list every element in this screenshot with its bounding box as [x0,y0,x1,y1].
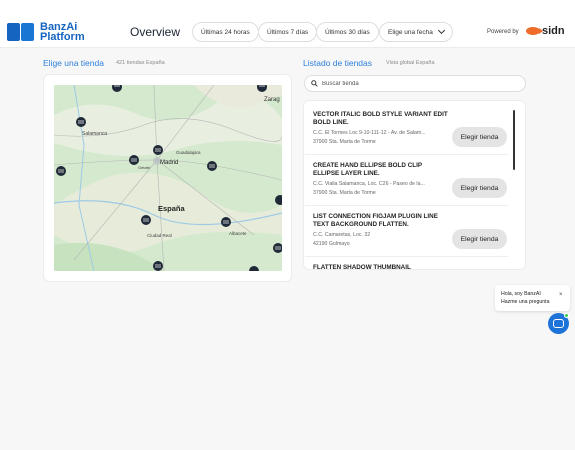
map-canvas[interactable]: Salamanca Guadalajara Madrid Getafe Zara… [54,85,282,271]
banzai-logo[interactable]: BanzAi Platform [7,22,85,43]
svg-text:España: España [158,204,186,213]
map-section-subtitle: 421 tiendas España [116,60,165,66]
svg-text:Getafe: Getafe [138,165,151,170]
store-marker[interactable] [153,261,163,271]
filter-24h-label: Últimas 24 horas [201,28,250,36]
choose-store-button[interactable]: Elegir tienda [452,127,507,147]
filter-7d-label: Últimos 7 días [267,28,309,36]
chatbot-launcher-button[interactable] [548,313,569,334]
store-map[interactable]: Salamanca Guadalajara Madrid Getafe Zara… [54,85,282,271]
store-address: C.C. Camaretas, Loc. 32 [313,232,371,238]
store-address: C.C. El Tormes Loc 9-10-111-12 - Av. de … [313,130,426,136]
store-search-box[interactable] [304,75,526,92]
page-title: Overview [130,25,181,39]
sidn-logo: sidn [526,25,565,37]
map-label-getafe: Getafe [138,165,151,170]
filter-30d-button[interactable]: Últimos 30 días [316,22,379,42]
list-section-subtitle: Vista global España [386,60,435,66]
sidn-brand-text: sidn [542,25,565,37]
svg-text:Zarag: Zarag [264,97,280,103]
list-divider [305,256,508,257]
list-divider [305,205,508,206]
filter-30d-label: Últimos 30 días [325,28,370,36]
map-label-guadalajara: Guadalajara [176,150,201,155]
banzai-logo-icon [7,23,35,41]
top-bar: BanzAi Platform Overview Últimas 24 hora… [0,0,575,48]
powered-by-label: Powered by [487,29,519,35]
store-search-input[interactable] [322,80,512,87]
date-picker-label: Elige una fecha [388,28,433,36]
store-marker[interactable] [76,117,86,127]
svg-text:Ciudad Real: Ciudad Real [147,233,172,238]
svg-text:Madrid: Madrid [160,160,178,166]
sidn-swoosh-icon [526,27,543,35]
close-icon[interactable]: × [559,292,563,298]
map-label-zaragoza: Zarag [264,97,280,103]
chat-greeting-line1: Hola, soy BanzAI [501,291,541,297]
list-divider [305,154,508,155]
store-list-item[interactable]: FLATTEN SHADOW THUMBNAIL [313,264,503,272]
map-label-espana: España [158,204,186,213]
store-name: FLATTEN SHADOW THUMBNAIL [313,264,411,271]
store-name: VECTOR ITALIC BOLD STYLE VARIANT EDIT BO… [313,111,448,126]
map-label-madrid: Madrid [160,160,178,166]
store-marker[interactable] [129,155,139,165]
logo-line2: Platform [40,31,85,43]
choose-store-button[interactable]: Elegir tienda [452,229,507,249]
choose-store-button[interactable]: Elegir tienda [452,178,507,198]
chevron-down-icon [437,26,445,35]
search-icon [311,80,318,87]
svg-text:Albacete: Albacete [229,231,247,236]
store-marker[interactable] [141,215,151,225]
filter-24h-button[interactable]: Últimas 24 horas [192,22,259,42]
map-label-ciudad-real: Ciudad Real [147,233,172,238]
online-status-icon [564,313,569,318]
svg-text:Salamanca: Salamanca [82,131,107,137]
list-section-title: Listado de tiendas [303,58,372,68]
store-marker[interactable] [221,217,231,227]
store-marker[interactable] [207,161,217,171]
chat-greeting-bubble[interactable]: Hola, soy BanzAI Hazme una pregunta [495,285,570,311]
filter-7d-button[interactable]: Últimos 7 días [258,22,318,42]
map-label-albacete: Albacete [229,231,247,236]
store-list-scrollbar[interactable] [513,110,515,170]
store-marker[interactable] [56,166,66,176]
map-section-title: Elige una tienda [43,58,104,68]
store-name: CREATE HAND ELLIPSE BOLD CLIP ELLIPSE LA… [313,162,422,177]
chatbot-icon [553,319,564,328]
store-name: LIST CONNECTION FIGJAM PLUGIN LINE TEXT … [313,213,438,228]
store-marker[interactable] [153,145,163,155]
svg-text:Guadalajara: Guadalajara [176,150,201,155]
store-address: C.C. Vialia Salamanca, Loc. C26 - Paseo … [313,181,425,187]
chat-greeting-line2: Hazme una pregunta [501,299,550,305]
map-label-salamanca: Salamanca [82,131,107,137]
date-picker-dropdown[interactable]: Elige una fecha [379,22,453,42]
